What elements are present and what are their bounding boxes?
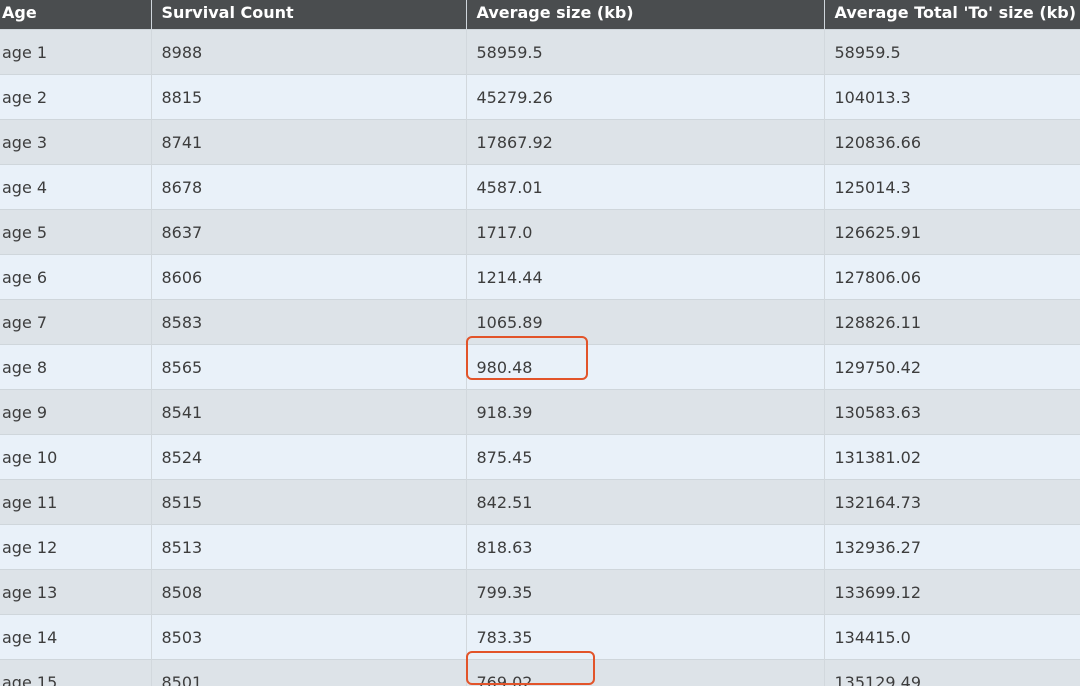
cell-average-size: 818.63 — [466, 524, 825, 570]
cell-average-total-to-size: 126625.91 — [824, 209, 1080, 255]
cell-average-total-to-size: 131381.02 — [824, 434, 1080, 480]
table-row: age 13 8508 799.35 133699.12 — [0, 569, 1080, 615]
cell-average-size: 918.39 — [466, 389, 825, 435]
column-header-age[interactable]: Age — [0, 0, 152, 30]
cell-age: age 3 — [0, 119, 152, 165]
cell-survival-count: 8583 — [151, 299, 467, 345]
data-table-container: Age Survival Count Average size (kb) Ave… — [0, 0, 1080, 686]
table-row: age 3 8741 17867.92 120836.66 — [0, 119, 1080, 165]
cell-survival-count: 8565 — [151, 344, 467, 390]
cell-survival-count: 8503 — [151, 614, 467, 660]
cell-average-size: 842.51 — [466, 479, 825, 525]
cell-survival-count: 8508 — [151, 569, 467, 615]
cell-age: age 8 — [0, 344, 152, 390]
table-row: age 2 8815 45279.26 104013.3 — [0, 74, 1080, 120]
cell-survival-count: 8541 — [151, 389, 467, 435]
table-header: Age Survival Count Average size (kb) Ave… — [0, 0, 1080, 30]
cell-average-size: 58959.5 — [466, 29, 825, 75]
cell-average-size: 980.48 — [466, 344, 825, 390]
cell-survival-count: 8524 — [151, 434, 467, 480]
cell-average-total-to-size: 134415.0 — [824, 614, 1080, 660]
cell-average-size: 1717.0 — [466, 209, 825, 255]
column-header-survival-count[interactable]: Survival Count — [151, 0, 467, 30]
cell-age: age 14 — [0, 614, 152, 660]
table-row: age 11 8515 842.51 132164.73 — [0, 479, 1080, 525]
cell-average-total-to-size: 132164.73 — [824, 479, 1080, 525]
cell-average-total-to-size: 129750.42 — [824, 344, 1080, 390]
cell-age: age 10 — [0, 434, 152, 480]
cell-average-size: 1214.44 — [466, 254, 825, 300]
table-row: age 6 8606 1214.44 127806.06 — [0, 254, 1080, 300]
cell-survival-count: 8988 — [151, 29, 467, 75]
cell-survival-count: 8815 — [151, 74, 467, 120]
table-row: age 9 8541 918.39 130583.63 — [0, 389, 1080, 435]
cell-age: age 6 — [0, 254, 152, 300]
cell-average-total-to-size: 130583.63 — [824, 389, 1080, 435]
table-row: age 12 8513 818.63 132936.27 — [0, 524, 1080, 570]
table-row: age 10 8524 875.45 131381.02 — [0, 434, 1080, 480]
cell-average-total-to-size: 128826.11 — [824, 299, 1080, 345]
cell-average-size: 875.45 — [466, 434, 825, 480]
cell-survival-count: 8515 — [151, 479, 467, 525]
table-row: age 8 8565 980.48 129750.42 — [0, 344, 1080, 390]
cell-average-size: 45279.26 — [466, 74, 825, 120]
table-row: age 4 8678 4587.01 125014.3 — [0, 164, 1080, 210]
cell-survival-count: 8501 — [151, 659, 467, 686]
table-row: age 15 8501 769.02 135129.49 — [0, 659, 1080, 686]
cell-average-total-to-size: 133699.12 — [824, 569, 1080, 615]
cell-age: age 15 — [0, 659, 152, 686]
cell-average-total-to-size: 58959.5 — [824, 29, 1080, 75]
cell-age: age 1 — [0, 29, 152, 75]
cell-average-size: 799.35 — [466, 569, 825, 615]
cell-survival-count: 8637 — [151, 209, 467, 255]
table-row: age 5 8637 1717.0 126625.91 — [0, 209, 1080, 255]
cell-average-total-to-size: 125014.3 — [824, 164, 1080, 210]
cell-average-total-to-size: 127806.06 — [824, 254, 1080, 300]
cell-survival-count: 8678 — [151, 164, 467, 210]
cell-average-size: 4587.01 — [466, 164, 825, 210]
age-survival-table: Age Survival Count Average size (kb) Ave… — [0, 0, 1080, 686]
cell-average-size: 783.35 — [466, 614, 825, 660]
cell-average-total-to-size: 132936.27 — [824, 524, 1080, 570]
cell-survival-count: 8741 — [151, 119, 467, 165]
cell-age: age 2 — [0, 74, 152, 120]
cell-age: age 4 — [0, 164, 152, 210]
cell-average-total-to-size: 120836.66 — [824, 119, 1080, 165]
cell-average-size: 769.02 — [466, 659, 825, 686]
header-row: Age Survival Count Average size (kb) Ave… — [0, 0, 1080, 30]
cell-survival-count: 8606 — [151, 254, 467, 300]
cell-age: age 5 — [0, 209, 152, 255]
cell-age: age 9 — [0, 389, 152, 435]
cell-average-size: 17867.92 — [466, 119, 825, 165]
table-row: age 14 8503 783.35 134415.0 — [0, 614, 1080, 660]
cell-age: age 7 — [0, 299, 152, 345]
table-row: age 1 8988 58959.5 58959.5 — [0, 29, 1080, 75]
table-body: age 1 8988 58959.5 58959.5 age 2 8815 45… — [0, 29, 1080, 686]
cell-survival-count: 8513 — [151, 524, 467, 570]
cell-average-total-to-size: 104013.3 — [824, 74, 1080, 120]
cell-age: age 12 — [0, 524, 152, 570]
cell-age: age 13 — [0, 569, 152, 615]
cell-average-size: 1065.89 — [466, 299, 825, 345]
column-header-average-total-to-size[interactable]: Average Total 'To' size (kb) — [824, 0, 1080, 30]
cell-age: age 11 — [0, 479, 152, 525]
table-row: age 7 8583 1065.89 128826.11 — [0, 299, 1080, 345]
cell-average-total-to-size: 135129.49 — [824, 659, 1080, 686]
column-header-average-size[interactable]: Average size (kb) — [466, 0, 825, 30]
